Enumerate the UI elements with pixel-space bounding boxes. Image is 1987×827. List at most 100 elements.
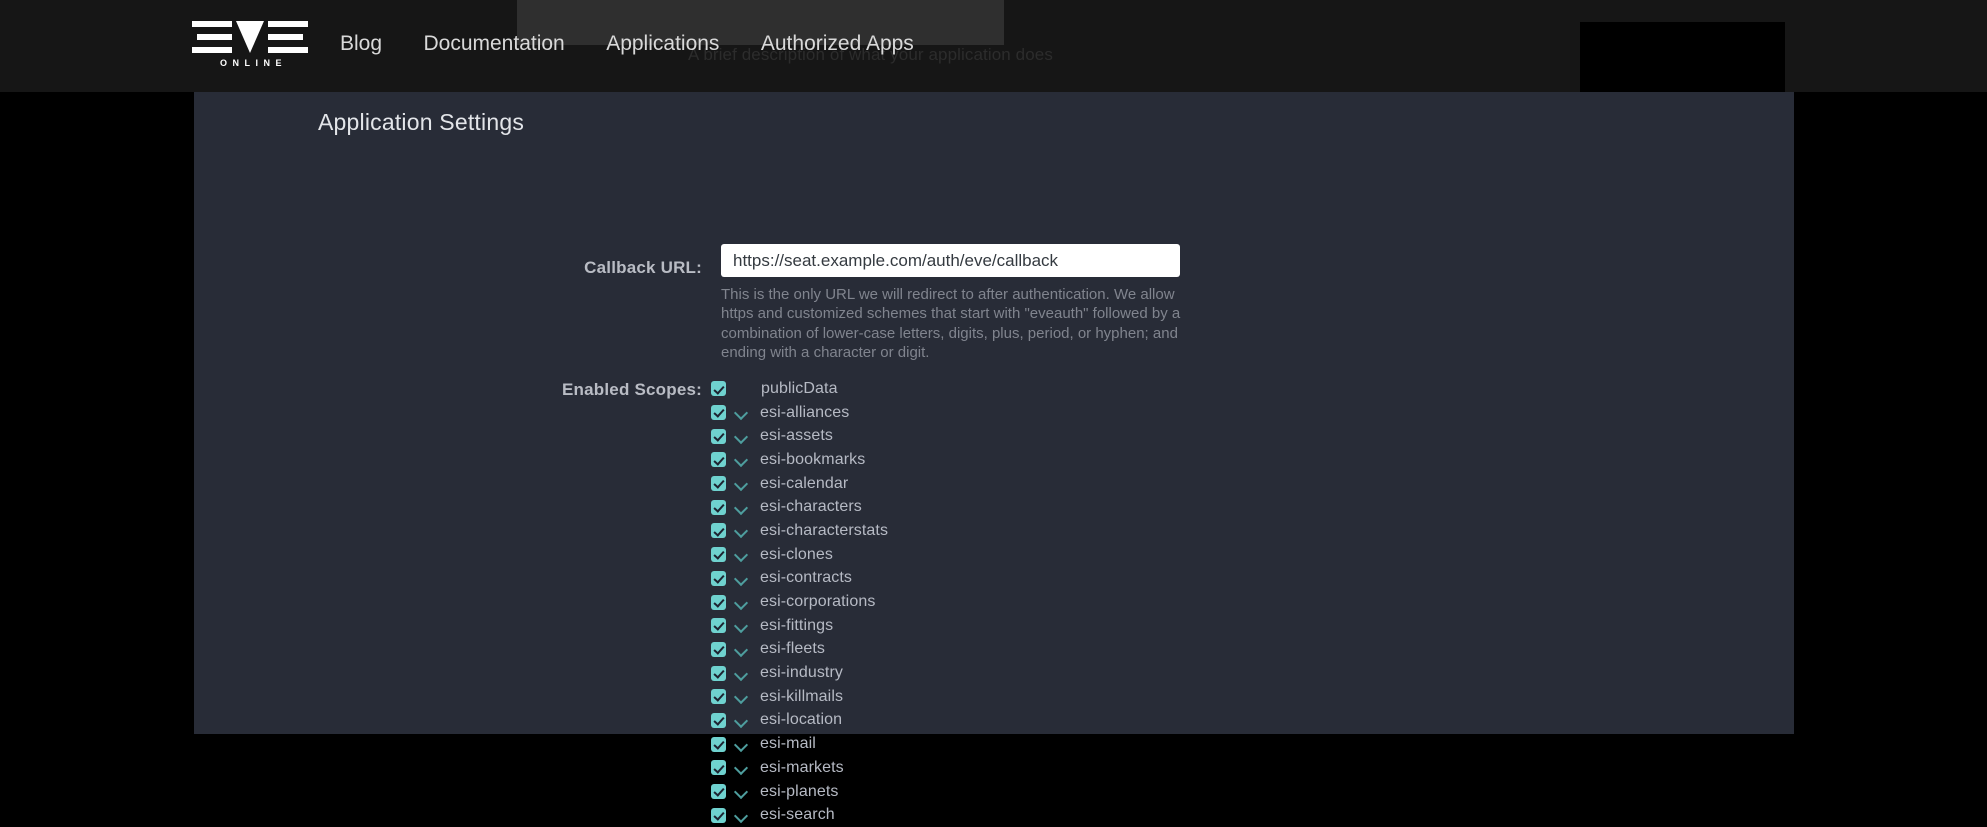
scope-checkbox[interactable] — [711, 736, 726, 752]
scope-name-label: esi-clones — [760, 545, 834, 563]
scope-row[interactable]: esi-killmails — [711, 685, 1311, 709]
scope-row[interactable]: esi-clones — [711, 543, 1311, 567]
nav-item-blog[interactable]: Blog — [340, 31, 382, 57]
chevron-down-icon[interactable] — [735, 453, 748, 466]
scope-row[interactable]: esi-characters — [711, 495, 1311, 519]
chevron-down-icon[interactable] — [735, 667, 748, 680]
chevron-down-icon[interactable] — [735, 501, 748, 514]
scope-checkbox[interactable] — [711, 428, 726, 444]
page-root: A brief description of what your applica… — [0, 0, 1987, 823]
chevron-down-icon[interactable] — [735, 524, 748, 537]
scope-name-label: esi-mail — [760, 735, 816, 753]
chevron-down-icon[interactable] — [735, 643, 748, 656]
chevron-down-icon[interactable] — [735, 761, 748, 774]
logo-bar — [192, 21, 232, 27]
chevron-down-icon[interactable] — [735, 430, 748, 443]
scope-row[interactable]: esi-alliances — [711, 401, 1311, 425]
scope-name-label: esi-killmails — [760, 687, 844, 705]
logo-subtitle: ONLINE — [220, 58, 288, 68]
application-settings-panel: Application Settings Callback URL: This … — [194, 92, 1794, 823]
logo-v-shape — [236, 21, 264, 53]
scope-name-label: esi-search — [760, 806, 835, 824]
scope-checkbox[interactable] — [711, 784, 726, 800]
scope-row[interactable]: esi-fleets — [711, 638, 1311, 662]
chevron-down-icon — [735, 382, 748, 395]
chevron-down-icon[interactable] — [735, 738, 748, 751]
enabled-scopes-label: Enabled Scopes: — [562, 380, 702, 399]
chevron-down-icon[interactable] — [735, 596, 748, 609]
scope-row[interactable]: esi-bookmarks — [711, 448, 1311, 472]
page-title: Application Settings — [318, 109, 525, 135]
scope-row[interactable]: esi-corporations — [711, 590, 1311, 614]
logo-bar — [197, 34, 232, 40]
eve-online-logo[interactable]: ONLINE — [192, 18, 308, 74]
scope-checkbox[interactable] — [711, 641, 726, 657]
scope-row[interactable]: esi-characterstats — [711, 519, 1311, 543]
scope-row[interactable]: esi-search — [711, 803, 1311, 827]
nav-item-authorized-apps[interactable]: Authorized Apps — [761, 31, 914, 57]
scope-checkbox[interactable] — [711, 476, 726, 492]
scope-checkbox[interactable] — [711, 689, 726, 705]
logo-bar — [268, 47, 308, 53]
scope-row[interactable]: esi-assets — [711, 424, 1311, 448]
scope-name-label: esi-bookmarks — [760, 450, 866, 468]
scope-row[interactable]: publicData — [711, 377, 1311, 401]
scope-checkbox[interactable] — [711, 452, 726, 468]
scope-checkbox[interactable] — [711, 760, 726, 776]
scope-name-label: esi-assets — [760, 427, 834, 445]
chevron-down-icon[interactable] — [735, 809, 748, 822]
scope-name-label: esi-calendar — [760, 474, 849, 492]
chevron-down-icon[interactable] — [735, 714, 748, 727]
scope-name-label: esi-corporations — [760, 593, 876, 611]
scope-row[interactable]: esi-calendar — [711, 472, 1311, 496]
scope-checkbox[interactable] — [711, 381, 726, 397]
scope-checkbox[interactable] — [711, 712, 726, 728]
scope-row[interactable]: esi-markets — [711, 756, 1311, 780]
scope-checkbox[interactable] — [711, 499, 726, 515]
scope-name-label: esi-location — [760, 711, 843, 729]
scope-name-label: esi-markets — [760, 758, 844, 776]
scope-name-label: publicData — [761, 379, 838, 397]
scope-name-label: esi-fittings — [760, 616, 834, 634]
callback-url-help-text: This is the only URL we will redirect to… — [721, 286, 1181, 361]
logo-bar — [268, 34, 303, 40]
scope-name-label: esi-alliances — [760, 403, 850, 421]
scope-row[interactable]: esi-location — [711, 709, 1311, 733]
chevron-down-icon[interactable] — [735, 572, 748, 585]
scope-name-label: esi-characters — [760, 498, 862, 516]
scope-name-label: esi-industry — [760, 664, 844, 682]
scope-checkbox[interactable] — [711, 547, 726, 563]
callback-url-label: Callback URL: — [584, 258, 702, 277]
site-header: A brief description of what your applica… — [0, 0, 1987, 92]
enabled-scopes-list: publicData esi-alliances esi-assets esi-boo… — [711, 377, 1311, 827]
scope-checkbox[interactable] — [711, 807, 726, 823]
chevron-down-icon[interactable] — [735, 690, 748, 703]
scope-checkbox[interactable] — [711, 523, 726, 539]
chevron-down-icon[interactable] — [735, 406, 748, 419]
scope-row[interactable]: esi-fittings — [711, 614, 1311, 638]
scope-row[interactable]: esi-mail — [711, 732, 1311, 756]
callback-url-input[interactable] — [721, 244, 1180, 277]
scope-name-label: esi-fleets — [760, 640, 826, 658]
scope-name-label: esi-contracts — [760, 569, 852, 587]
nav-item-applications[interactable]: Applications — [606, 31, 719, 57]
header-right-blank-region — [1580, 22, 1785, 92]
scope-checkbox[interactable] — [711, 665, 726, 681]
scope-row[interactable]: esi-industry — [711, 661, 1311, 685]
nav-item-documentation[interactable]: Documentation — [423, 31, 564, 57]
primary-navigation: Blog Documentation Applications Authoriz… — [340, 31, 914, 61]
scope-name-label: esi-planets — [760, 782, 839, 800]
scope-row[interactable]: esi-planets — [711, 780, 1311, 804]
logo-bar — [268, 21, 308, 27]
scope-checkbox[interactable] — [711, 405, 726, 421]
scope-checkbox[interactable] — [711, 570, 726, 586]
scope-checkbox[interactable] — [711, 618, 726, 634]
scope-name-label: esi-characterstats — [760, 521, 889, 539]
chevron-down-icon[interactable] — [735, 785, 748, 798]
scope-row[interactable]: esi-contracts — [711, 567, 1311, 591]
logo-bar — [192, 47, 232, 53]
chevron-down-icon[interactable] — [735, 548, 748, 561]
scope-checkbox[interactable] — [711, 594, 726, 610]
chevron-down-icon[interactable] — [735, 477, 748, 490]
chevron-down-icon[interactable] — [735, 619, 748, 632]
